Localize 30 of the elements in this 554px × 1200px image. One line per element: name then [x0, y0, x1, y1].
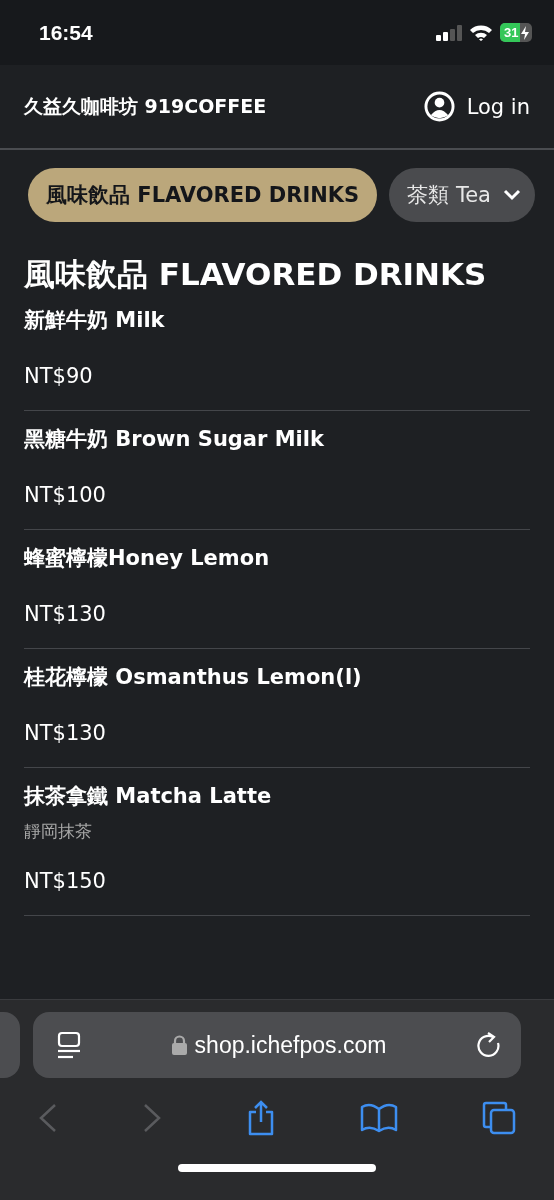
item-name[interactable]: 新鮮牛奶 Milk: [24, 306, 530, 334]
item-price: NT$90: [24, 364, 94, 388]
item-price: NT$130: [24, 721, 107, 745]
store-name: 久益久咖啡坊 919COFFEE: [24, 93, 267, 119]
lock-icon: [171, 1035, 187, 1055]
book-icon[interactable]: [360, 1103, 398, 1133]
item-description: 靜岡抹茶: [24, 820, 93, 843]
item-name[interactable]: 抹茶拿鐵 Matcha Latte: [24, 782, 530, 810]
signal-icon: [436, 24, 462, 41]
item-name[interactable]: 桂花檸檬 Osmanthus Lemon(l): [24, 663, 530, 691]
url-text: shop.ichefpos.com: [194, 1031, 387, 1059]
address-bar[interactable]: shop.ichefpos.com: [33, 1012, 521, 1078]
item-name[interactable]: 黑糖牛奶 Brown Sugar Milk: [24, 425, 530, 453]
reload-icon[interactable]: [477, 1032, 501, 1058]
share-icon[interactable]: [246, 1100, 276, 1136]
category-tab[interactable]: 風味飲品 FLAVORED DRINKS: [28, 168, 378, 222]
category-tab[interactable]: 茶類 Tea: [389, 168, 535, 222]
chevron-down-icon[interactable]: [503, 189, 521, 201]
item-price: NT$150: [24, 869, 107, 893]
login-link[interactable]: Log in: [466, 94, 530, 119]
wifi-icon: [469, 24, 493, 41]
item-price: NT$100: [24, 483, 107, 507]
status-time: 16:54: [39, 20, 93, 45]
reader-icon[interactable]: [57, 1031, 81, 1059]
tabs-icon[interactable]: [482, 1101, 516, 1135]
item-name[interactable]: 蜂蜜檸檬Honey Lemon: [24, 544, 530, 572]
user-icon[interactable]: [423, 91, 455, 122]
section-title: 風味飲品 FLAVORED DRINKS: [24, 255, 488, 294]
battery-icon: 31: [500, 23, 532, 42]
item-price: NT$130: [24, 602, 107, 626]
